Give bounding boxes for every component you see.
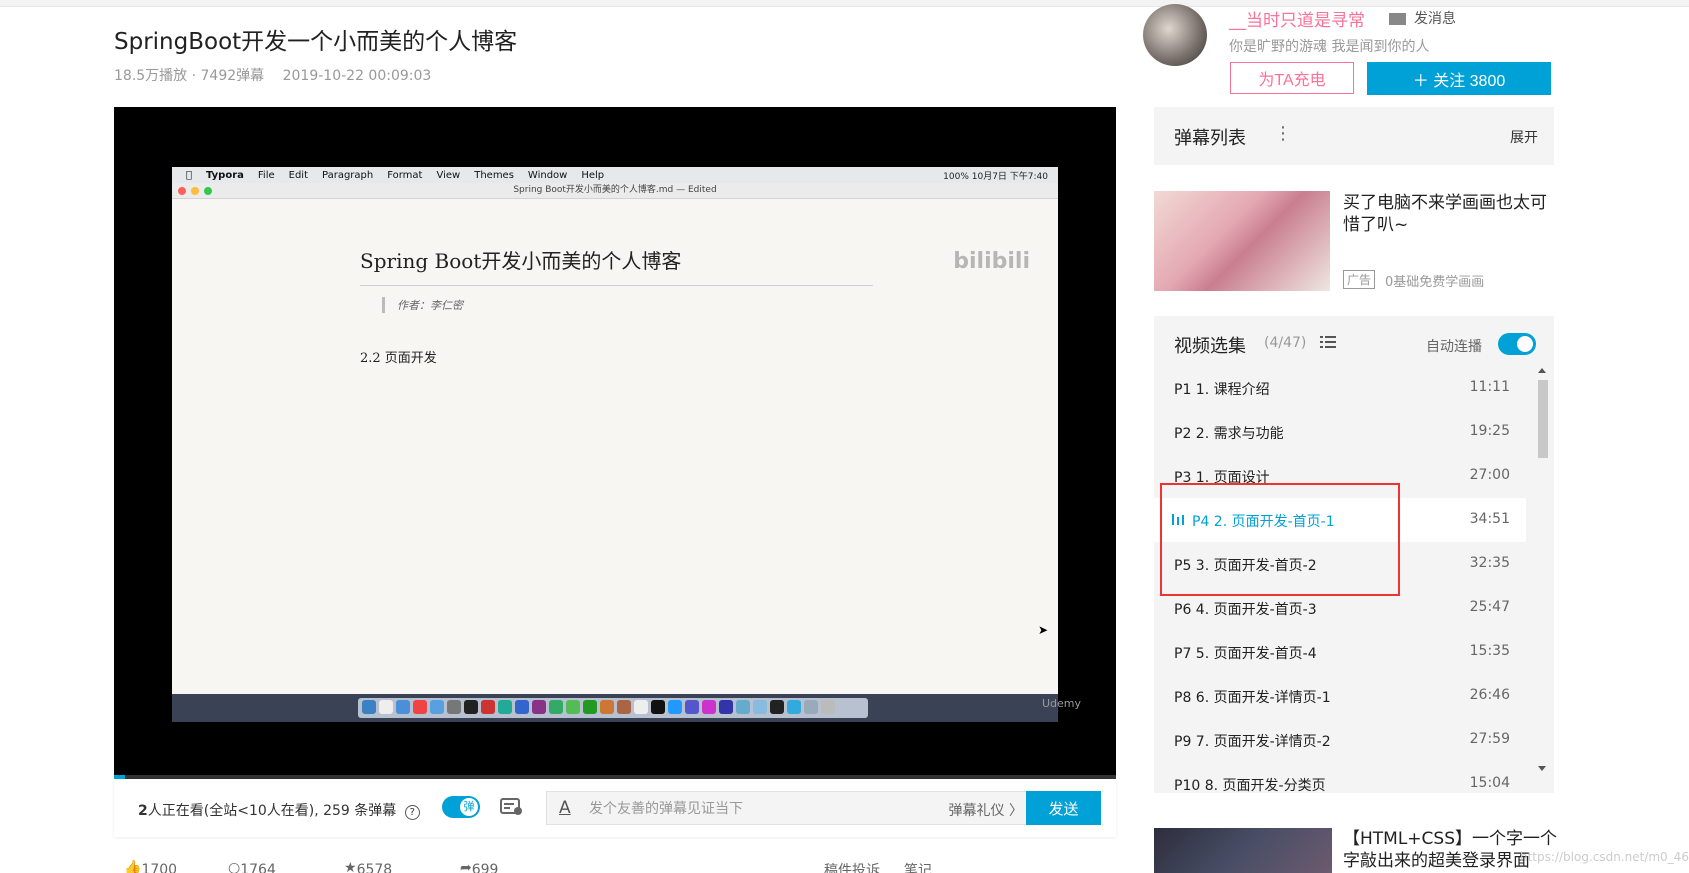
- uploader-name[interactable]: __当时只道是寻常: [1229, 6, 1365, 31]
- doc-heading: Spring Boot开发小而美的个人博客: [360, 249, 682, 273]
- zoom-dot-icon: [204, 187, 212, 195]
- episode-item[interactable]: P7 5. 页面开发-首页-4 15:35: [1154, 630, 1526, 674]
- uploader-avatar[interactable]: [1143, 4, 1207, 66]
- video-frame:  Typora File Edit Paragraph Format View…: [172, 167, 1058, 722]
- menu-file: File: [251, 169, 275, 181]
- menu-themes: Themes: [468, 169, 514, 181]
- traffic-lights: [178, 187, 212, 195]
- minimize-dot-icon: [191, 187, 199, 195]
- menu-view: View: [430, 169, 460, 181]
- menu-help: Help: [575, 169, 604, 181]
- mac-clock: 100% 10月7日 下午7:40: [943, 172, 1048, 182]
- mac-dock: [172, 694, 1058, 722]
- scroll-down-icon[interactable]: [1538, 766, 1546, 771]
- uploader-signature: 你是旷野的游魂 我是闻到你的人: [1229, 39, 1430, 55]
- watching-count: 2人正在看(全站<10人在看), 259 条弹幕 ?: [138, 800, 420, 820]
- doc-divider: [360, 285, 873, 286]
- danmaku-settings-icon[interactable]: [500, 797, 524, 817]
- ad-badge: 广告: [1343, 270, 1376, 289]
- apple-icon: : [186, 170, 192, 181]
- play-count: 18.5万播放 · 7492弹幕: [114, 68, 265, 84]
- menu-app: Typora: [200, 169, 244, 181]
- video-player[interactable]:  Typora File Edit Paragraph Format View…: [114, 107, 1116, 779]
- playlist-title: 视频选集: [1174, 336, 1246, 357]
- close-dot-icon: [178, 187, 186, 195]
- danmaku-bar: 2人正在看(全站<10人在看), 259 条弹幕 ? 弹 A 弹幕礼仪 〉 发送: [114, 779, 1116, 837]
- mouse-cursor-icon: ➤: [1038, 623, 1049, 637]
- video-title: SpringBoot开发一个小而美的个人博客: [114, 29, 518, 55]
- doc-author: 作者：李仁密: [382, 297, 463, 313]
- charge-button[interactable]: 为TA充电: [1230, 62, 1354, 94]
- playlist-scrollbar[interactable]: [1536, 366, 1548, 776]
- episode-item[interactable]: P10 8. 页面开发-分类页 15:04: [1154, 762, 1526, 793]
- note-button[interactable]: 笔记: [904, 860, 932, 873]
- report-link[interactable]: 稿件投诉: [824, 860, 880, 873]
- top-border: [0, 0, 1689, 7]
- video-meta: 18.5万播放 · 7492弹幕 2019-10-22 00:09:03: [114, 65, 445, 85]
- bilibili-watermark: bilibili: [953, 249, 1030, 274]
- window-title: Spring Boot开发小而美的个人博客.md — Edited: [172, 183, 1058, 199]
- coin-button[interactable]: ○ 1764: [228, 860, 276, 873]
- more-vertical-icon[interactable]: ⋮: [1274, 123, 1292, 144]
- danmaku-toggle[interactable]: 弹: [442, 796, 480, 818]
- autoplay-toggle[interactable]: [1498, 333, 1536, 355]
- ad-subtitle: 0基础免费学画画: [1385, 275, 1485, 290]
- udemy-logo: Udemy: [1042, 697, 1082, 710]
- scroll-up-icon[interactable]: [1538, 368, 1546, 373]
- playlist-count: (4/47): [1264, 335, 1307, 351]
- favorite-button[interactable]: ★ 6578: [344, 860, 392, 873]
- episode-item[interactable]: P2 2. 需求与功能 19:25: [1154, 410, 1526, 454]
- highlight-box: [1160, 483, 1400, 596]
- danmaku-input-box: A 弹幕礼仪 〉: [546, 791, 1036, 825]
- menu-edit: Edit: [282, 169, 308, 181]
- help-icon[interactable]: ?: [404, 805, 420, 820]
- menu-window: Window: [521, 169, 567, 181]
- list-view-icon[interactable]: [1320, 335, 1336, 349]
- publish-date: 2019-10-22 00:09:03: [282, 68, 432, 84]
- danmaku-list-header[interactable]: 弹幕列表 ⋮ 展开: [1154, 107, 1554, 165]
- danmaku-etiquette-link[interactable]: 弹幕礼仪 〉: [949, 800, 1023, 820]
- menu-paragraph: Paragraph: [315, 169, 373, 181]
- ad-title[interactable]: 买了电脑不来学画画也太可惜了叭~: [1343, 192, 1553, 236]
- follow-button[interactable]: ＋ 关注 3800: [1367, 62, 1551, 95]
- mail-icon: [1389, 13, 1406, 25]
- danmaku-toggle-label: 弹: [460, 798, 478, 816]
- doc-subheading: 2.2 页面开发: [360, 351, 437, 366]
- action-row: 👍 1700 ○ 1764 ★ 6578 ➦ 699 稿件投诉 笔记: [124, 858, 1104, 873]
- episode-item[interactable]: P9 7. 页面开发-详情页-2 27:59: [1154, 718, 1526, 762]
- expand-button[interactable]: 展开: [1510, 127, 1538, 147]
- danmaku-list-title: 弹幕列表: [1174, 128, 1246, 149]
- mac-menubar:  Typora File Edit Paragraph Format View…: [172, 167, 1058, 183]
- font-style-icon[interactable]: A: [559, 798, 571, 818]
- episode-item[interactable]: P8 6. 页面开发-详情页-1 26:46: [1154, 674, 1526, 718]
- recommend-thumbnail[interactable]: [1154, 828, 1332, 873]
- danmaku-input[interactable]: [587, 796, 891, 822]
- send-message-link[interactable]: 发消息: [1389, 8, 1456, 28]
- menu-format: Format: [381, 169, 422, 181]
- share-button[interactable]: ➦ 699: [460, 860, 498, 873]
- autoplay-label: 自动连播: [1426, 339, 1482, 355]
- scroll-thumb[interactable]: [1538, 380, 1548, 458]
- dock-icons: [358, 698, 868, 718]
- ad-thumbnail[interactable]: [1154, 191, 1330, 291]
- episode-item[interactable]: P1 1. 课程介绍 11:11: [1154, 366, 1526, 410]
- csdn-watermark: https://blog.csdn.net/m0_46470018: [1520, 850, 1689, 864]
- send-button[interactable]: 发送: [1026, 791, 1101, 825]
- like-button[interactable]: 👍 1700: [124, 860, 177, 873]
